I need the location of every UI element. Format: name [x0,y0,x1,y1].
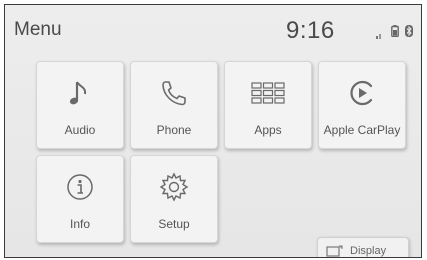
display-label: Display [350,245,387,257]
tile-apple-carplay[interactable]: Apple CarPlay [318,61,406,149]
display-icon [326,244,344,257]
tile-info[interactable]: Info [36,155,124,243]
tile-phone[interactable]: Phone [130,61,218,149]
tile-label: Audio [64,123,96,137]
tile-label: Info [69,217,90,231]
battery-icon [391,25,399,37]
display-button[interactable]: Display [317,237,409,257]
gear-icon [131,170,217,204]
music-note-icon [37,76,123,110]
tile-label: Apps [254,123,282,137]
bluetooth-icon [405,25,413,37]
tile-label: Phone [156,123,192,137]
tile-audio[interactable]: Audio [36,61,124,149]
info-icon [37,170,123,204]
tile-setup[interactable]: Setup [130,155,218,243]
page-title: Menu [14,19,62,40]
tile-label: Apple CarPlay [323,123,401,137]
status-bar: Menu 9:16 [5,5,421,49]
carplay-icon [319,76,405,110]
tile-label: Setup [158,217,190,231]
signal-icon [376,32,384,39]
head-unit-screen: Menu 9:16 Audio Phone Apps Apple CarPlay… [4,4,422,258]
phone-handset-icon [131,76,217,110]
clock: 9:16 [286,17,335,44]
tile-apps[interactable]: Apps [224,61,312,149]
apps-grid-icon [225,76,311,110]
